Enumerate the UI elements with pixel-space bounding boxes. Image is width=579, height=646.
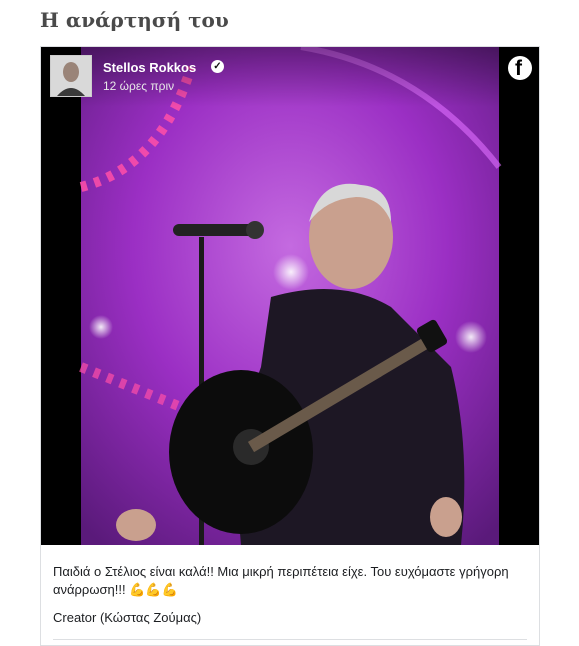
facebook-icon[interactable]: f (508, 56, 532, 80)
post-creator-credit: Creator (Κώστας Ζούμας) (53, 610, 202, 625)
post-photo[interactable]: Stellos Rokkos ✓ 12 ώρες πριν f (41, 47, 539, 545)
post-header-overlay (41, 47, 539, 107)
post-timestamp[interactable]: 12 ώρες πριν (103, 79, 174, 93)
author-name[interactable]: Stellos Rokkos (103, 60, 196, 75)
page-title: Η ανάρτησή του (40, 8, 229, 32)
author-avatar[interactable] (50, 55, 92, 97)
post-caption: Παιδιά ο Στέλιος είναι καλά!! Μια μικρή … (53, 564, 509, 597)
concert-photo (41, 47, 539, 545)
avatar-image (51, 56, 91, 96)
verified-badge-icon: ✓ (211, 60, 224, 73)
facebook-post-embed: Stellos Rokkos ✓ 12 ώρες πριν f Παιδιά ο… (40, 46, 540, 646)
divider (53, 639, 527, 640)
